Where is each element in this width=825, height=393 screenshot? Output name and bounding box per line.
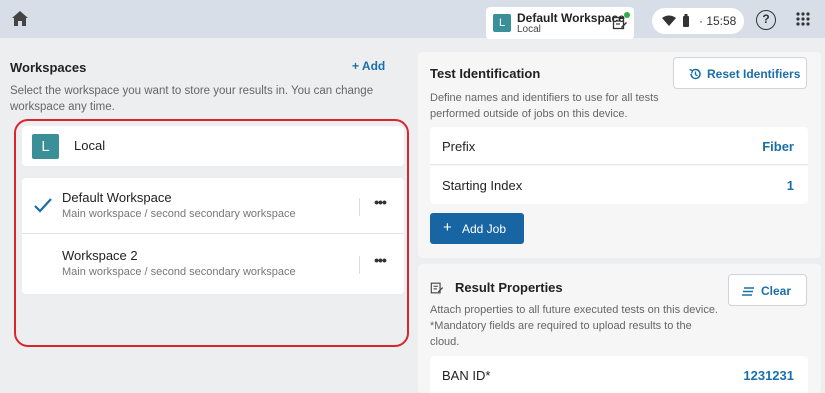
plus-icon: + [443,219,452,236]
ban-id-field[interactable]: BAN ID* 1231231 [430,356,808,393]
workspaces-title: Workspaces [10,60,87,75]
battery-icon [683,14,689,27]
field-value: 1231231 [743,368,794,383]
top-bar: L Default Workspace Local · 15:58 ? [0,0,825,39]
test-identification-description: Define names and identifiers to use for … [430,92,659,120]
add-workspace-button[interactable]: + Add [352,59,385,73]
workspace-location: Local [517,24,541,35]
workspaces-description: Select the workspace you want to store y… [10,85,374,113]
workspace-selector[interactable]: L Default Workspace Local [486,7,634,39]
history-icon [689,68,701,80]
add-job-label: Add Job [462,222,507,236]
test-identification-title: Test Identification [430,66,541,81]
add-job-button[interactable]: + Add Job [430,213,524,244]
starting-index-field[interactable]: Starting Index 1 [430,166,808,204]
help-icon[interactable]: ? [756,10,776,30]
field-value: 1 [786,178,794,193]
prefix-field[interactable]: Prefix Fiber [430,127,808,165]
apps-grid-icon[interactable] [796,12,810,26]
notification-dot [624,12,630,18]
field-label: Starting Index [442,178,523,193]
highlight-outline [14,119,409,347]
reset-label: Reset Identifiers [707,67,801,81]
clear-all-icon [742,287,754,296]
clear-label: Clear [761,284,792,298]
field-value: Fiber [762,139,794,154]
edit-note-icon [430,282,444,294]
reset-identifiers-button[interactable]: Reset Identifiers [673,57,807,89]
result-properties-description: Attach properties to all future executed… [430,304,718,348]
result-properties-title: Result Properties [455,280,563,295]
status-indicator[interactable]: · 15:58 [652,8,744,34]
home-icon[interactable] [10,9,30,29]
field-label: Prefix [442,139,476,154]
clear-button[interactable]: Clear [728,274,807,306]
workspace-name: Default Workspace [517,11,625,25]
wifi-icon [662,15,676,26]
field-label: BAN ID* [442,368,491,383]
workspace-badge: L [493,14,511,32]
clock-time: · 15:58 [699,14,737,28]
